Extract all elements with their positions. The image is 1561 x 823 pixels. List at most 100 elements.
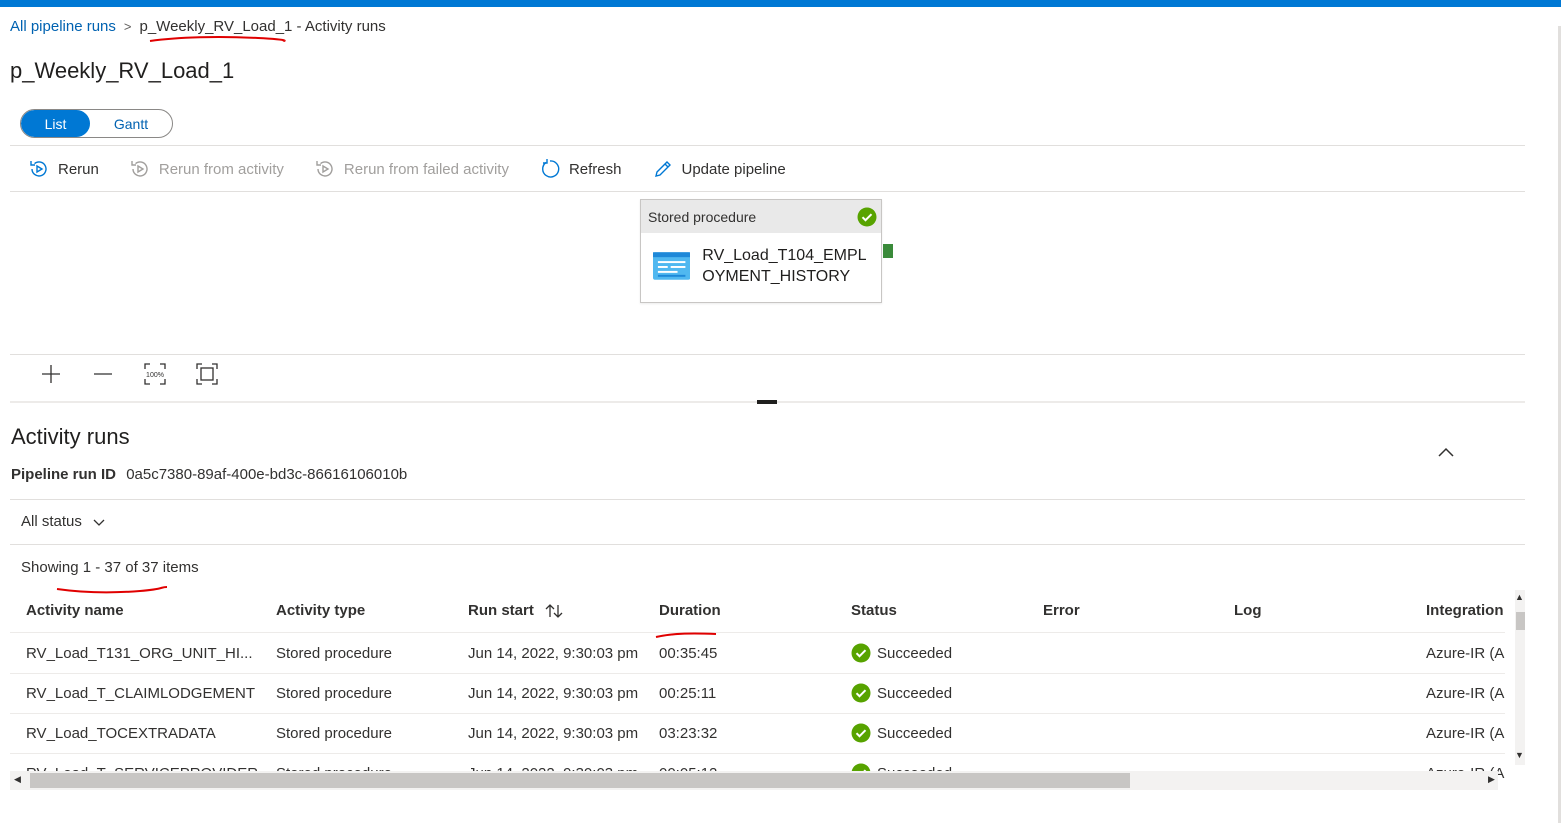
cell-activity-name[interactable]: RV_Load_T131_ORG_UNIT_HI... xyxy=(26,645,266,662)
activity-output-port[interactable] xyxy=(883,244,893,258)
page-title: p_Weekly_RV_Load_1 xyxy=(10,58,235,83)
fit-to-screen-icon xyxy=(196,363,218,385)
toolbar-bottom-divider xyxy=(10,191,1525,192)
status-text: Succeeded xyxy=(877,724,953,742)
pipeline-run-id-value: 0a5c7380-89af-400e-bd3c-86616106010b xyxy=(126,466,408,483)
activity-runs-grid: Activity name Activity type Run start Du… xyxy=(10,590,1525,790)
activity-node-header: Stored procedure xyxy=(641,200,881,233)
pencil-icon xyxy=(654,161,671,177)
column-header-label: Status xyxy=(851,602,897,619)
splitter-handle[interactable] xyxy=(757,400,777,404)
chevron-up-icon xyxy=(1438,447,1454,457)
minus-icon xyxy=(94,373,112,375)
cell-activity-name[interactable]: RV_Load_T_CLAIMLODGEMENT xyxy=(26,685,266,702)
scroll-left-arrow-icon[interactable]: ◀ xyxy=(14,774,21,785)
column-header-log[interactable]: Log xyxy=(1234,602,1262,619)
breadcrumb-all-pipeline-runs-link[interactable]: All pipeline runs xyxy=(10,18,116,35)
scroll-down-arrow-icon[interactable]: ▼ xyxy=(1515,750,1524,760)
cell-run-start: Jun 14, 2022, 9:30:03 pm xyxy=(468,645,639,662)
column-header-label: Activity name xyxy=(26,602,124,619)
cell-activity-type: Stored procedure xyxy=(276,645,392,662)
zoom-out-button[interactable] xyxy=(90,362,116,386)
pipeline-run-id-label: Pipeline run ID xyxy=(11,466,117,483)
zoom-100-icon: 100% xyxy=(144,363,166,385)
column-header-label: Run start xyxy=(468,602,534,619)
grid-vertical-scroll-thumb[interactable] xyxy=(1516,612,1525,630)
cell-status: Succeeded xyxy=(851,683,952,703)
status-filter-dropdown[interactable]: All status xyxy=(21,513,106,530)
success-check-icon xyxy=(851,643,871,663)
cell-duration: 03:23:32 xyxy=(659,725,718,742)
activity-node-name: RV_Load_T104_EMPLOYMENT_HISTORY xyxy=(702,247,867,285)
cell-run-start: Jun 14, 2022, 9:30:03 pm xyxy=(468,685,639,702)
cell-activity-type: Stored procedure xyxy=(276,685,392,702)
collapse-section-button[interactable] xyxy=(1436,443,1456,461)
activity-node-type: Stored procedure xyxy=(648,208,757,225)
cell-duration: 00:25:11 xyxy=(659,685,717,702)
view-toggle: List Gantt xyxy=(20,109,173,138)
update-pipeline-button[interactable]: Update pipeline xyxy=(652,158,786,180)
pipeline-run-id: Pipeline run ID 0a5c7380-89af-400e-bd3c-… xyxy=(11,466,407,483)
cell-integration: Azure-IR (A xyxy=(1426,725,1505,742)
grid-vertical-scrollbar[interactable]: ▲ ▼ xyxy=(1515,590,1525,765)
scroll-right-arrow-icon[interactable]: ▶ xyxy=(1488,774,1495,785)
update-pipeline-label: Update pipeline xyxy=(681,160,786,178)
cell-status: Succeeded xyxy=(851,643,952,663)
top-accent-bar xyxy=(0,0,1561,7)
scroll-up-arrow-icon[interactable]: ▲ xyxy=(1515,592,1524,602)
success-check-icon xyxy=(851,683,871,703)
refresh-button[interactable]: Refresh xyxy=(539,158,622,180)
cell-integration: Azure-IR (A xyxy=(1426,685,1505,702)
column-header-duration[interactable]: Duration xyxy=(659,602,721,619)
activity-node[interactable]: Stored procedure RV_Load_T104_EMPLOYMENT… xyxy=(640,199,882,303)
column-header-label: Log xyxy=(1234,602,1262,619)
rerun-from-failed-activity-button[interactable]: Rerun from failed activity xyxy=(314,158,509,180)
rerun-from-activity-button[interactable]: Rerun from activity xyxy=(129,158,284,180)
success-check-icon xyxy=(851,723,871,743)
rerun-button[interactable]: Rerun xyxy=(28,158,99,180)
breadcrumb-current: p_Weekly_RV_Load_1 - Activity runs xyxy=(139,18,386,35)
column-header-run-start[interactable]: Run start xyxy=(468,602,564,619)
refresh-label: Refresh xyxy=(568,160,622,178)
column-header-activity-type[interactable]: Activity type xyxy=(276,602,365,619)
column-header-label: Integration xyxy=(1426,602,1504,619)
cell-integration: Azure-IR (A xyxy=(1426,645,1505,662)
column-header-activity-name[interactable]: Activity name xyxy=(26,602,124,619)
cell-activity-type: Stored procedure xyxy=(276,725,392,742)
cell-run-start: Jun 14, 2022, 9:30:03 pm xyxy=(468,725,639,742)
rerun-from-failed-label: Rerun from failed activity xyxy=(343,160,509,178)
column-header-status[interactable]: Status xyxy=(851,602,897,619)
toolbar: Rerun Rerun from activity Rerun from fai… xyxy=(28,154,816,184)
column-header-label: Error xyxy=(1043,602,1080,619)
rerun-from-activity-label: Rerun from activity xyxy=(158,160,284,178)
cell-activity-name[interactable]: RV_Load_TOCEXTRADATA xyxy=(26,725,266,742)
table-row[interactable]: RV_Load_TOCEXTRADATA Stored procedure Ju… xyxy=(10,714,1505,754)
zoom-100-button[interactable]: 100% xyxy=(142,362,168,386)
fit-to-screen-button[interactable] xyxy=(194,362,220,386)
zoom-in-button[interactable] xyxy=(38,362,64,386)
svg-text:100%: 100% xyxy=(146,372,164,379)
view-toggle-list[interactable]: List xyxy=(21,110,90,137)
grid-horizontal-scroll-thumb[interactable] xyxy=(30,773,1130,788)
column-header-label: Duration xyxy=(659,602,721,619)
column-header-integration[interactable]: Integration xyxy=(1426,602,1505,619)
grid-horizontal-scrollbar[interactable]: ◀ ▶ xyxy=(10,771,1498,790)
canvas-bottom-divider xyxy=(10,354,1525,355)
table-row[interactable]: RV_Load_T131_ORG_UNIT_HI... Stored proce… xyxy=(10,634,1505,674)
sort-icon[interactable] xyxy=(544,603,564,619)
grid-header: Activity name Activity type Run start Du… xyxy=(10,590,1505,633)
breadcrumb: All pipeline runs > p_Weekly_RV_Load_1 -… xyxy=(10,18,386,35)
items-count: Showing 1 - 37 of 37 items xyxy=(21,559,199,576)
column-header-error[interactable]: Error xyxy=(1043,602,1080,619)
filter-top-divider xyxy=(10,499,1525,500)
table-row[interactable]: RV_Load_T_CLAIMLODGEMENT Stored procedur… xyxy=(10,674,1505,714)
activity-node-body: RV_Load_T104_EMPLOYMENT_HISTORY xyxy=(641,233,881,287)
success-check-icon xyxy=(857,207,877,226)
cell-status: Succeeded xyxy=(851,723,952,743)
chevron-down-icon xyxy=(93,519,105,526)
toolbar-top-divider xyxy=(10,145,1525,146)
rerun-from-activity-icon xyxy=(131,161,148,177)
refresh-icon xyxy=(542,159,560,178)
view-toggle-gantt[interactable]: Gantt xyxy=(90,110,172,137)
canvas-zoom-controls: 100% xyxy=(38,362,220,386)
